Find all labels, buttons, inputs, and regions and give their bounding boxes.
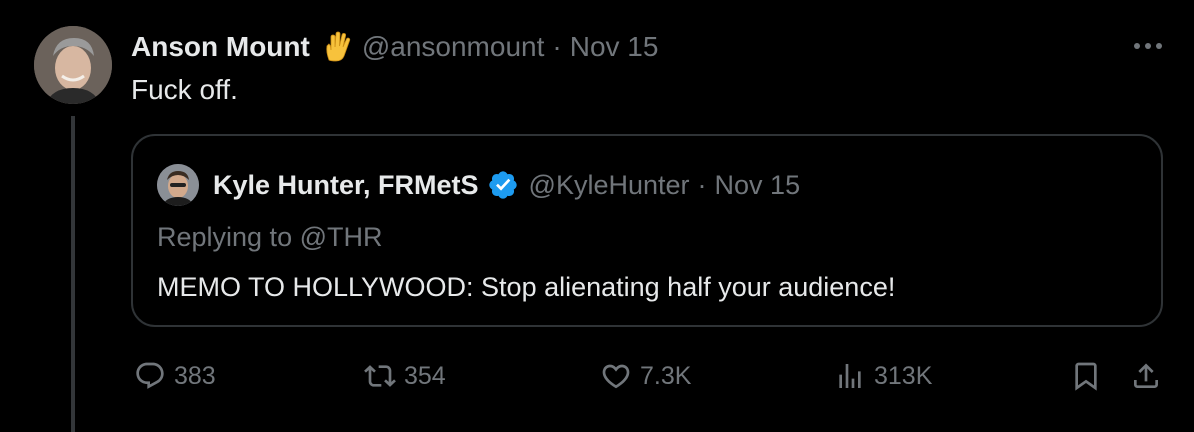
author-handle[interactable]: @ansonmount [362, 31, 545, 63]
quoted-separator-dot: · [697, 169, 707, 200]
share-button[interactable] [1130, 356, 1162, 396]
more-options-icon[interactable] [1128, 32, 1168, 60]
separator-dot: · [552, 31, 562, 62]
replying-to-label: Replying to @THR [157, 222, 383, 252]
repost-icon [364, 365, 396, 387]
bookmark-button[interactable] [1070, 356, 1102, 396]
quoted-author-avatar [157, 164, 199, 206]
verified-badge-icon [487, 169, 519, 201]
reply-icon [136, 362, 164, 389]
quoted-tweet-card[interactable]: Kyle Hunter, FRMetS @KyleHunter · Nov 15… [131, 134, 1163, 327]
tweet-action-bar: 383 354 7.3K 313K [0, 356, 1194, 396]
analytics-icon [839, 364, 861, 388]
share-icon [1134, 363, 1158, 388]
quoted-author-name: Kyle Hunter, FRMetS [213, 169, 479, 200]
like-button[interactable]: 7.3K [600, 356, 691, 396]
repost-button[interactable]: 354 [364, 356, 446, 396]
avatar-image [34, 26, 112, 104]
quoted-tweet-text: MEMO TO HOLLYWOOD: Stop alienating half … [157, 272, 896, 302]
author-name[interactable]: Anson Mount [131, 31, 310, 63]
author-avatar[interactable] [34, 26, 112, 104]
tweet-header: Anson Mount @ansonmount · Nov 15 [131, 28, 658, 66]
vulcan-salute-icon [320, 30, 354, 64]
tweet-date[interactable]: Nov 15 [570, 31, 659, 63]
reply-count: 383 [174, 361, 216, 390]
like-count: 7.3K [640, 361, 692, 390]
repost-count: 354 [404, 361, 446, 390]
reply-button[interactable]: 383 [134, 356, 216, 396]
quoted-author-handle: @KyleHunter [528, 169, 690, 200]
quoted-tweet-header: Kyle Hunter, FRMetS @KyleHunter · Nov 15 [157, 164, 801, 206]
quoted-tweet-date: Nov 15 [714, 169, 801, 200]
bookmark-icon [1075, 362, 1097, 391]
heart-icon [602, 364, 630, 389]
views-button[interactable]: 313K [834, 356, 932, 396]
views-count: 313K [874, 361, 933, 390]
tweet-text: Fuck off. [131, 74, 238, 105]
